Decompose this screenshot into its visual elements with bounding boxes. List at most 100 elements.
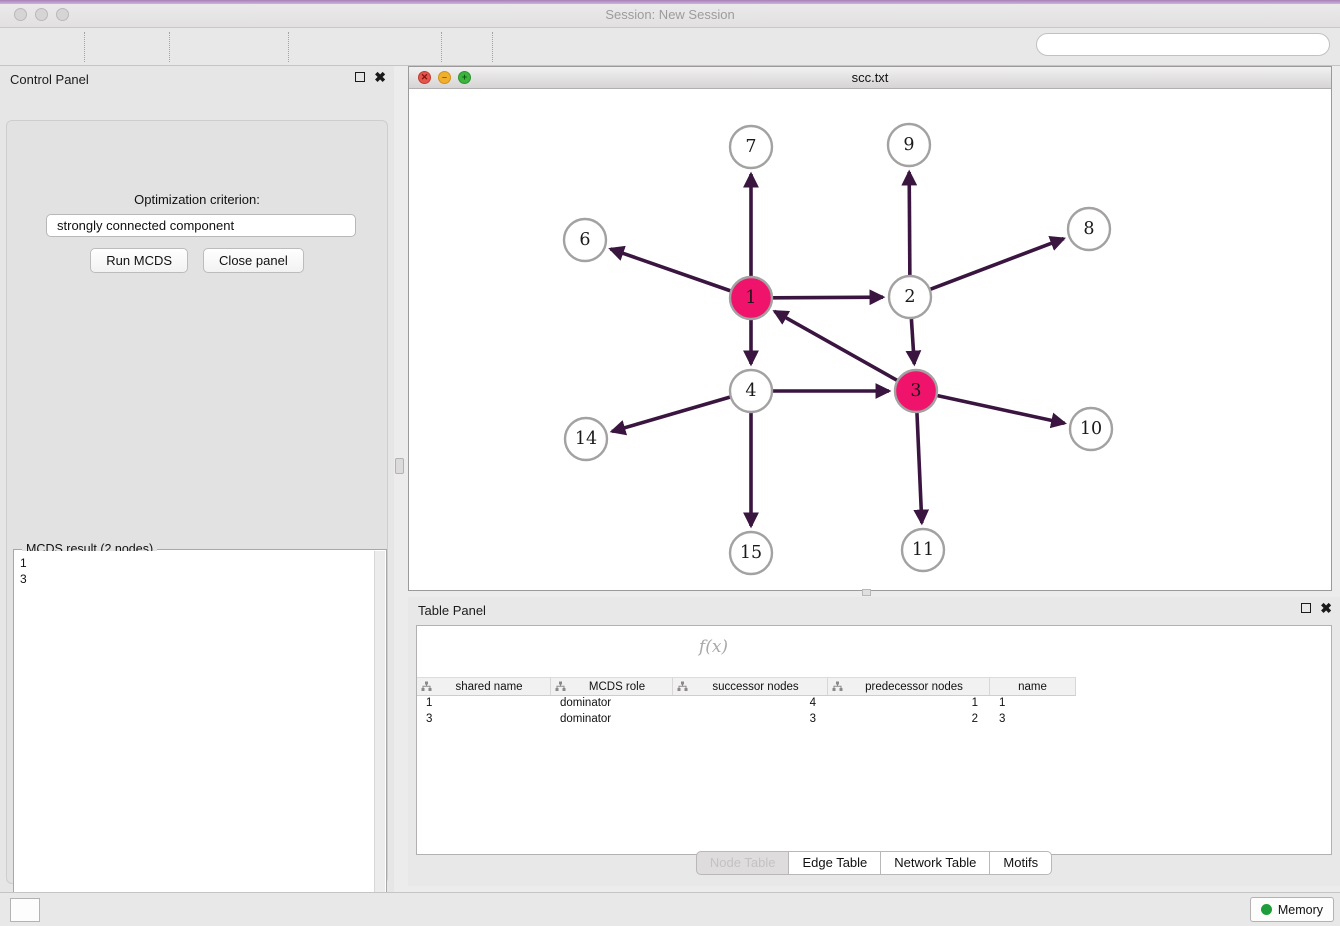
column-header-predecessor-nodes[interactable]: predecessor nodes xyxy=(828,678,990,695)
unselect-all-columns-button[interactable] xyxy=(546,636,569,659)
edge-1-2[interactable] xyxy=(773,297,883,298)
graph-node-10[interactable]: 10 xyxy=(1070,408,1112,450)
edge-2-9[interactable] xyxy=(909,172,910,275)
zoom-in-button[interactable] xyxy=(297,31,331,63)
birds-eye-view-button[interactable] xyxy=(535,31,569,63)
show-columns-button[interactable] xyxy=(468,636,491,659)
refresh-layout-button[interactable] xyxy=(450,31,484,63)
graph-node-6[interactable]: 6 xyxy=(564,219,606,261)
float-table-panel-icon[interactable] xyxy=(1301,603,1311,613)
split-pane-handle[interactable] xyxy=(395,458,404,474)
network-view-window: ✕ – + scc.txt 1 2 3 4 6 7 8 9 10 11 14 15 xyxy=(408,66,1332,591)
sort-column-icon xyxy=(832,681,843,692)
graph-node-11[interactable]: 11 xyxy=(902,529,944,571)
edge-3-1[interactable] xyxy=(775,311,897,380)
export-network-button[interactable] xyxy=(178,31,212,63)
graph-node-9[interactable]: 9 xyxy=(888,124,930,166)
close-panel-button[interactable]: Close panel xyxy=(203,248,304,273)
graph-node-14[interactable]: 14 xyxy=(565,418,607,460)
edge-3-10[interactable] xyxy=(937,396,1064,424)
open-session-button[interactable] xyxy=(8,31,42,63)
cell-predecessor-nodes[interactable]: 2 xyxy=(828,712,990,728)
svg-text:11: 11 xyxy=(912,540,934,560)
close-panel-icon[interactable]: ✖ xyxy=(374,71,386,83)
cell-shared-name[interactable]: 1 xyxy=(417,696,551,712)
fx-icon: f(x) xyxy=(699,637,728,657)
zoom-selected-button[interactable] xyxy=(399,31,433,63)
run-mcds-button[interactable]: Run MCDS xyxy=(90,248,188,273)
show-panels-button[interactable] xyxy=(10,898,40,922)
cell-shared-name[interactable]: 3 xyxy=(417,712,551,728)
svg-text:9: 9 xyxy=(903,135,914,155)
cell-successor-nodes[interactable]: 4 xyxy=(673,696,828,712)
edge-3-11[interactable] xyxy=(917,413,922,523)
hide-graphics-details-button[interactable] xyxy=(569,31,603,63)
create-column-button[interactable] xyxy=(585,636,608,659)
column-header-successor-nodes[interactable]: successor nodes xyxy=(673,678,828,695)
cell-MCDS-role[interactable]: dominator xyxy=(551,696,673,712)
edge-2-8[interactable] xyxy=(931,239,1064,290)
svg-text:7: 7 xyxy=(745,137,756,157)
graph-node-7[interactable]: 7 xyxy=(730,126,772,168)
optimization-criterion-select[interactable]: strongly connected component xyxy=(46,214,356,237)
tab-motifs[interactable]: Motifs xyxy=(990,851,1052,875)
graph-node-1[interactable]: 1 xyxy=(730,277,772,319)
float-panel-icon[interactable] xyxy=(355,72,365,82)
table-toolbar: f(x) xyxy=(417,626,1331,668)
close-table-panel-icon[interactable]: ✖ xyxy=(1320,602,1332,614)
graph-node-15[interactable]: 15 xyxy=(730,532,772,574)
tab-edge-table[interactable]: Edge Table xyxy=(789,851,881,875)
save-session-button[interactable] xyxy=(42,31,76,63)
zoom-fit-button[interactable] xyxy=(365,31,399,63)
graph-node-2[interactable]: 2 xyxy=(889,276,931,318)
search-field[interactable] xyxy=(1036,33,1330,56)
table-row[interactable]: 3dominator323 xyxy=(417,712,1076,728)
sort-column-icon xyxy=(421,681,432,692)
horizontal-split-handle[interactable] xyxy=(862,589,871,596)
control-panel-title: Control Panel xyxy=(10,72,89,87)
cell-name[interactable]: 3 xyxy=(990,712,1076,728)
cell-predecessor-nodes[interactable]: 1 xyxy=(828,696,990,712)
cell-MCDS-role[interactable]: dominator xyxy=(551,712,673,728)
result-scrollbar[interactable] xyxy=(374,551,385,925)
mcds-result-list[interactable]: 1 3 xyxy=(14,551,374,925)
toolbar-separator xyxy=(84,32,85,62)
svg-text:4: 4 xyxy=(745,381,756,401)
edge-1-6[interactable] xyxy=(610,249,730,291)
memory-button[interactable]: Memory xyxy=(1250,897,1334,922)
import-network-button[interactable] xyxy=(93,31,127,63)
graph-node-4[interactable]: 4 xyxy=(730,370,772,412)
export-image-button[interactable] xyxy=(246,31,280,63)
cell-successor-nodes[interactable]: 3 xyxy=(673,712,828,728)
tab-node-table[interactable]: Node Table xyxy=(696,851,790,875)
select-all-columns-button[interactable] xyxy=(507,636,530,659)
titlebar: Session: New Session xyxy=(0,0,1340,28)
export-table-button[interactable] xyxy=(212,31,246,63)
sort-column-icon xyxy=(677,681,688,692)
mcds-result-box: MCDS result (2 nodes) 1 3 xyxy=(13,549,387,926)
clone-network-button[interactable] xyxy=(501,31,535,63)
toggle-graphics-details-button[interactable] xyxy=(603,31,637,63)
toolbar-separator xyxy=(288,32,289,62)
tab-network-table[interactable]: Network Table xyxy=(881,851,990,875)
graph-node-3[interactable]: 3 xyxy=(895,370,937,412)
edge-2-3[interactable] xyxy=(911,319,914,364)
column-header-shared-name[interactable]: shared name xyxy=(417,678,551,695)
import-table-button[interactable] xyxy=(127,31,161,63)
table-row[interactable]: 1dominator411 xyxy=(417,696,1076,712)
network-window-titlebar[interactable]: ✕ – + scc.txt xyxy=(409,67,1331,89)
column-header-name[interactable]: name xyxy=(990,678,1076,695)
mcds-tab-content: Optimization criterion: strongly connect… xyxy=(6,120,388,884)
table-panel: Table Panel ✖ xyxy=(408,597,1340,886)
zoom-out-button[interactable] xyxy=(331,31,365,63)
network-canvas[interactable]: 1 2 3 4 6 7 8 9 10 11 14 15 xyxy=(409,89,1331,590)
network-graph[interactable]: 1 2 3 4 6 7 8 9 10 11 14 15 xyxy=(409,89,1331,590)
cell-name[interactable]: 1 xyxy=(990,696,1076,712)
search-input[interactable] xyxy=(1062,38,1217,52)
table-options-button[interactable] xyxy=(429,636,452,659)
edge-4-14[interactable] xyxy=(612,397,730,431)
delete-columns-button[interactable] xyxy=(624,636,647,659)
svg-text:14: 14 xyxy=(575,429,597,449)
graph-node-8[interactable]: 8 xyxy=(1068,208,1110,250)
column-header-MCDS-role[interactable]: MCDS role xyxy=(551,678,673,695)
